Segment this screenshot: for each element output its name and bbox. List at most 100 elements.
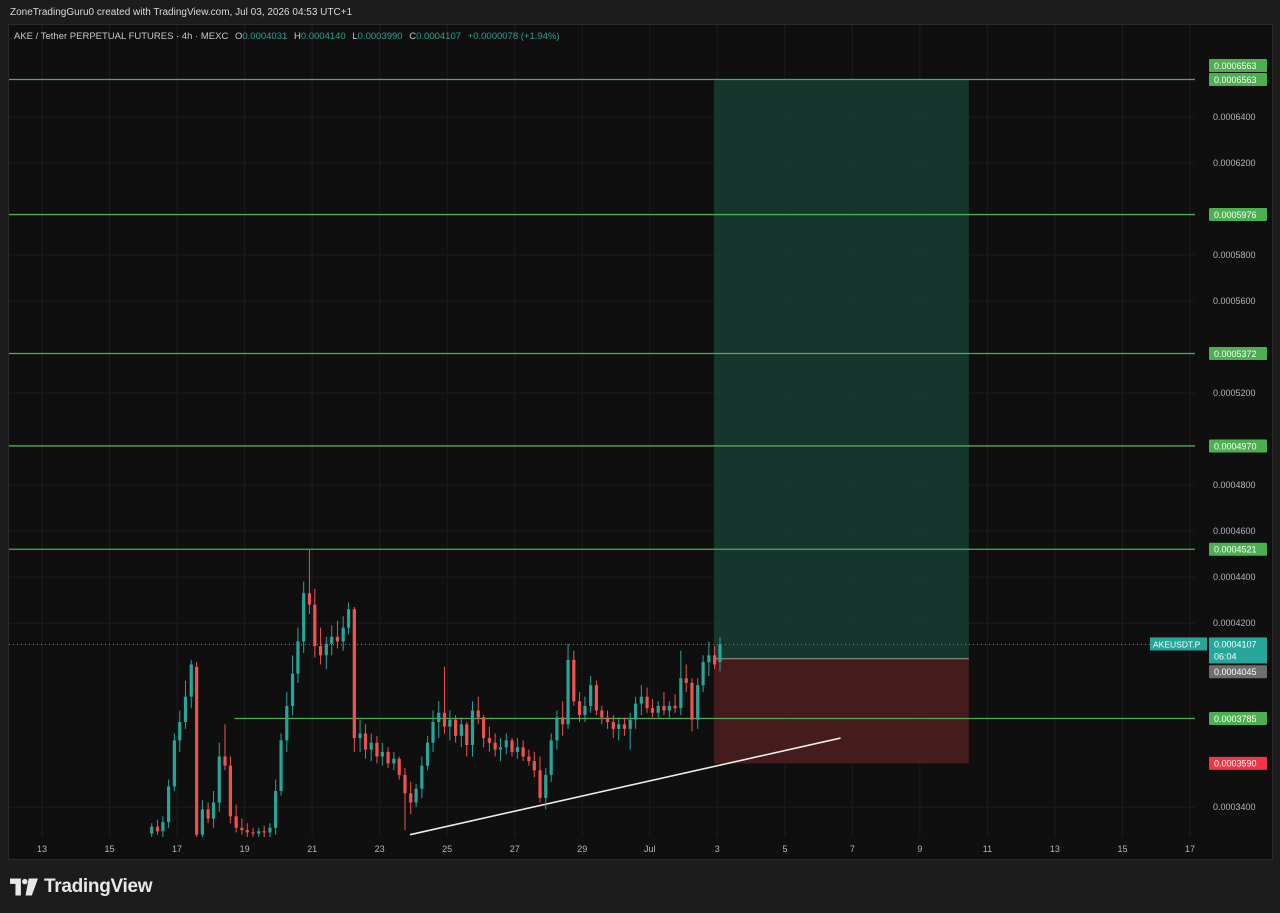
candle-body xyxy=(482,717,486,739)
level-price-tag: 0.0006563 xyxy=(1214,75,1257,85)
x-axis-tick-label: Jul xyxy=(644,844,656,854)
candle-body xyxy=(414,788,418,803)
x-axis-tick-label: 25 xyxy=(442,844,452,854)
symbol-title[interactable]: AKE / Tether PERPETUAL FUTURES · 4h · ME… xyxy=(14,31,228,42)
level-price-tag: 0.0005372 xyxy=(1214,349,1257,359)
candle-body xyxy=(155,826,160,832)
candle-body xyxy=(538,770,542,798)
candle-body xyxy=(211,802,216,819)
candle-body xyxy=(521,747,525,757)
x-axis-tick-label: 9 xyxy=(917,844,922,854)
change-value: +0.0000078 (+1.94%) xyxy=(467,31,560,42)
high-label: H xyxy=(293,31,301,42)
candle-body xyxy=(302,593,306,642)
candle-body xyxy=(566,659,570,725)
candle-body xyxy=(673,705,677,709)
candle-body xyxy=(633,703,638,720)
trendline xyxy=(409,737,841,836)
current-price-tag: 0.0004107 xyxy=(1214,639,1257,649)
candle-body xyxy=(409,793,413,803)
candle-body xyxy=(313,604,317,647)
candle-body xyxy=(572,659,576,702)
candle-body xyxy=(425,742,430,766)
tradingview-logo-icon xyxy=(10,878,38,896)
level-price-tag: 0.0004521 xyxy=(1214,545,1257,555)
candle-body xyxy=(617,724,621,729)
symbol-tag: AKEUSDT.P xyxy=(1153,639,1201,649)
candle-body xyxy=(223,756,227,766)
candle-body xyxy=(712,655,717,665)
brand-name: TradingView xyxy=(44,876,153,897)
stop-price-tag: 0.0003590 xyxy=(1214,759,1257,769)
candle-body xyxy=(420,765,424,789)
candle-body xyxy=(493,742,497,750)
candle-body xyxy=(650,708,655,713)
candle-body xyxy=(206,809,210,819)
candle-body xyxy=(318,646,323,656)
x-axis-tick-label: 23 xyxy=(375,844,385,854)
candle-body xyxy=(167,786,171,823)
symbol-legend: AKE / Tether PERPETUAL FUTURES · 4h · ME… xyxy=(14,31,560,42)
candle-body xyxy=(527,756,531,762)
candle-body xyxy=(274,790,278,828)
candle-body xyxy=(600,710,604,718)
candle-body xyxy=(189,664,193,697)
high-value: 0.0004140 xyxy=(300,31,346,42)
x-axis-tick-label: 29 xyxy=(577,844,587,854)
x-axis-tick-label: 5 xyxy=(782,844,787,854)
low-value: 0.0003990 xyxy=(357,31,403,42)
candle-body xyxy=(341,627,345,642)
candle-body xyxy=(510,740,514,752)
candle-body xyxy=(679,678,683,709)
candle-body xyxy=(628,719,632,729)
target-price-tag: 0.0006563 xyxy=(1214,61,1257,71)
candle-body xyxy=(172,740,176,787)
y-axis-tick-label: 0.0005600 xyxy=(1213,296,1256,306)
entry-price-tag: 0.0004045 xyxy=(1214,667,1257,677)
candle-body xyxy=(645,696,649,709)
candle-body xyxy=(454,719,458,736)
candle-body xyxy=(583,705,587,716)
candlestick-chart[interactable]: 0.0003400 0.0004200 0.0004400 0.0004600 0.00… xyxy=(0,0,1280,913)
x-axis-tick-label: 11 xyxy=(983,844,992,854)
candle-body xyxy=(397,758,401,775)
candle-body xyxy=(375,742,379,757)
level-price-tag: 0.0005976 xyxy=(1214,210,1257,220)
target-zone xyxy=(713,79,969,659)
x-axis-tick-label: 19 xyxy=(240,844,250,854)
candle-body xyxy=(363,733,368,750)
candle-body xyxy=(498,747,503,750)
level-price-tag: 0.0003785 xyxy=(1214,714,1257,724)
candle-body xyxy=(718,644,722,662)
close-value: 0.0004107 xyxy=(416,31,462,42)
candle-body xyxy=(684,678,688,683)
tradingview-logo[interactable]: TradingView xyxy=(10,876,153,898)
x-axis-tick-label: 3 xyxy=(715,844,720,854)
candle-body xyxy=(707,655,711,663)
candle-body xyxy=(392,758,396,764)
bottom-bar xyxy=(0,862,1280,913)
stop-zone xyxy=(713,658,969,764)
candle-body xyxy=(228,765,233,817)
candle-body xyxy=(257,831,261,834)
candle-body xyxy=(195,666,199,835)
candle-body xyxy=(690,682,694,720)
candle-body xyxy=(245,830,249,833)
candle-body xyxy=(369,742,373,750)
x-axis-tick-label: 13 xyxy=(1050,844,1060,854)
x-axis-tick-label: 27 xyxy=(510,844,520,854)
candle-body xyxy=(544,774,548,798)
y-axis-tick-label: 0.0004800 xyxy=(1213,480,1256,490)
y-axis-tick-label: 0.0006400 xyxy=(1213,112,1256,122)
candle-body xyxy=(465,724,469,745)
candle-body xyxy=(515,747,520,752)
candle-body xyxy=(290,673,295,706)
candle-body xyxy=(442,712,447,727)
candle-body xyxy=(605,717,610,722)
candle-body xyxy=(622,724,627,729)
candle-body xyxy=(589,685,593,706)
candle-body xyxy=(161,822,165,832)
candle-body xyxy=(178,721,182,741)
candle-body xyxy=(476,710,480,718)
candle-body xyxy=(555,717,559,741)
